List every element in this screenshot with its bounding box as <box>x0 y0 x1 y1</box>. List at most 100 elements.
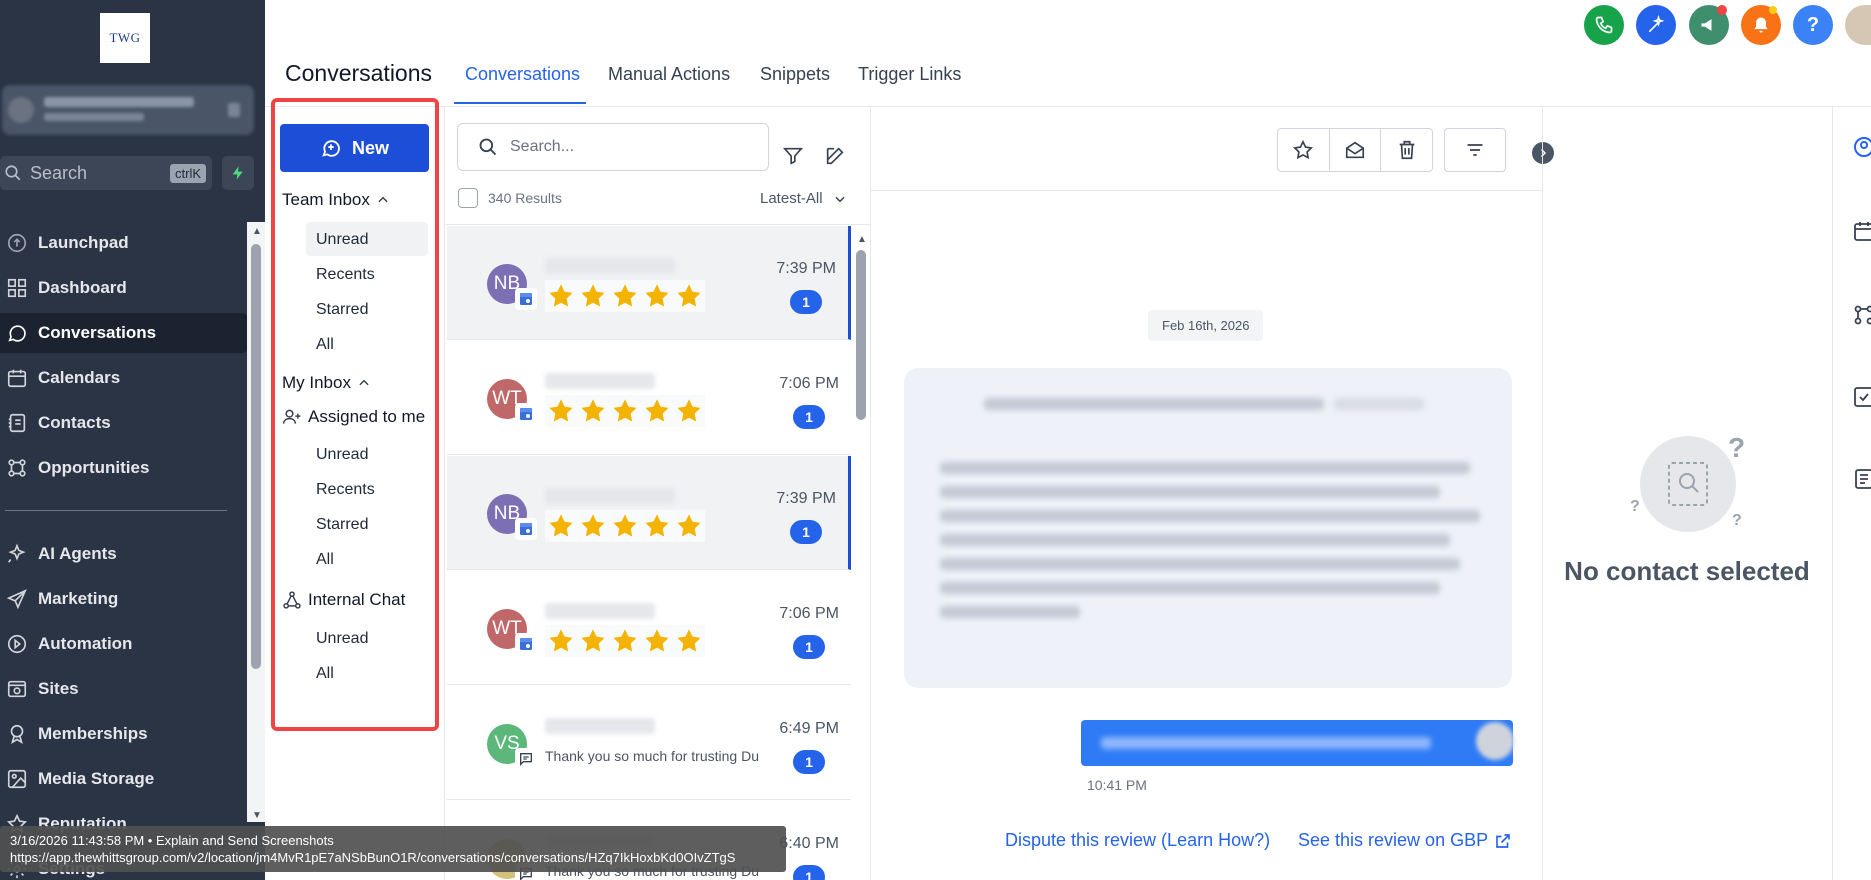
search-document-icon <box>1668 462 1708 506</box>
incoming-review-message <box>904 368 1512 688</box>
question-mark-icon: ? <box>1732 512 1742 529</box>
highlight-annotation-frame <box>271 98 439 731</box>
calendar-icon[interactable] <box>1852 218 1871 244</box>
conversation-time: 7:06 PM <box>779 605 839 622</box>
notification-dot <box>1769 6 1777 14</box>
quick-actions-button[interactable] <box>222 156 254 190</box>
star-icon <box>677 514 701 537</box>
launchpad-icon <box>7 233 27 253</box>
google-business-icon <box>515 633 537 655</box>
sort-dropdown[interactable]: Latest-All <box>760 190 847 207</box>
dashboard-icon <box>7 278 27 298</box>
help-button[interactable]: ? <box>1793 5 1833 45</box>
google-business-icon <box>515 518 537 540</box>
page-title: Conversations <box>285 60 433 86</box>
phone-button[interactable] <box>1584 5 1624 45</box>
conversation-row[interactable]: WT 7:06 PM 1 <box>447 571 851 685</box>
tab-manual-actions[interactable]: Manual Actions <box>608 64 730 85</box>
sidebar-divider <box>5 510 227 511</box>
opportunities-icon <box>8 459 26 477</box>
sparkle-icon <box>8 543 26 563</box>
tab-trigger-links[interactable]: Trigger Links <box>858 64 961 85</box>
filter-icon[interactable] <box>782 145 804 167</box>
search-shortcut: ctrlK <box>170 164 206 183</box>
opportunities-icon[interactable] <box>1852 302 1871 328</box>
conversation-search-placeholder: Search... <box>510 138 575 155</box>
contact-name-redacted <box>545 718 655 734</box>
thread-header-divider <box>870 190 1542 191</box>
conversation-row[interactable]: VS Thank you so much for trusting Du 6:49 … <box>447 686 851 800</box>
unread-count-badge: 1 <box>790 290 822 314</box>
bell-icon <box>1754 17 1768 33</box>
sidebar-item-sites[interactable]: Sites <box>0 669 248 709</box>
star-outline-icon <box>1293 139 1314 160</box>
view-on-gbp-link[interactable]: See this review on GBP <box>1298 830 1512 851</box>
star-icon <box>581 284 605 307</box>
star-button[interactable] <box>1278 129 1330 171</box>
sidebar-item-media-storage[interactable]: Media Storage <box>0 759 248 799</box>
dispute-review-link[interactable]: Dispute this review (Learn How?) <box>1005 830 1270 851</box>
scroll-up-arrow[interactable]: ▲ <box>252 226 262 237</box>
compose-icon[interactable] <box>824 145 846 167</box>
sidebar-item-calendars[interactable]: Calendars <box>0 358 248 398</box>
star-icon <box>549 629 573 652</box>
sidebar-item-automation[interactable]: Automation <box>0 624 248 664</box>
conversation-time: 7:06 PM <box>779 375 839 392</box>
notes-icon[interactable] <box>1852 466 1871 492</box>
list-scrollbar[interactable]: ▲ <box>852 230 870 870</box>
contact-name-redacted <box>545 488 675 504</box>
calendar-icon <box>7 369 27 388</box>
tab-conversations[interactable]: Conversations <box>465 64 580 85</box>
contact-icon[interactable] <box>1852 134 1871 160</box>
question-mark-icon: ? <box>1728 432 1746 463</box>
sidebar-item-marketing[interactable]: Marketing <box>0 579 248 619</box>
thread-filter-button[interactable] <box>1444 128 1506 172</box>
rating-stars <box>545 280 705 312</box>
help-icon: ? <box>1806 13 1820 36</box>
star-icon <box>581 399 605 422</box>
sidebar-item-memberships[interactable]: Memberships <box>0 714 248 754</box>
user-avatar[interactable] <box>1845 5 1871 45</box>
account-switcher[interactable] <box>2 85 254 135</box>
conversation-row[interactable]: WT 7:06 PM 1 <box>447 341 851 455</box>
sidebar-item-dashboard[interactable]: Dashboard <box>0 268 248 308</box>
sidebar-item-conversations[interactable]: Conversations <box>0 313 248 353</box>
external-link-icon <box>1496 833 1510 848</box>
sidebar-item-launchpad[interactable]: Launchpad <box>0 223 248 263</box>
sidebar-search-placeholder: Search <box>30 162 88 183</box>
scroll-up-arrow[interactable]: ▲ <box>857 234 867 245</box>
star-icon <box>613 629 637 652</box>
star-icon <box>549 399 573 422</box>
unread-count-badge: 1 <box>790 520 822 544</box>
automation-icon <box>7 634 27 654</box>
unread-count-badge: 1 <box>793 750 825 774</box>
conversation-time: 7:39 PM <box>776 490 836 507</box>
task-check-icon[interactable] <box>1852 384 1871 410</box>
tab-snippets[interactable]: Snippets <box>760 64 830 85</box>
google-business-icon <box>515 403 537 425</box>
mark-read-button[interactable] <box>1330 129 1382 171</box>
conversation-time: 7:39 PM <box>776 260 836 277</box>
reply-avatar <box>1476 722 1514 760</box>
scroll-down-arrow[interactable]: ▼ <box>252 810 262 821</box>
delete-button[interactable] <box>1381 129 1432 171</box>
scrollbar-thumb[interactable] <box>251 244 261 669</box>
filter-lines-icon <box>1467 144 1483 156</box>
select-all-checkbox[interactable] <box>458 188 478 208</box>
sidebar: TWG Search ctrlK Launchpad Dashboard Con… <box>0 0 265 880</box>
message-preview: Thank you so much for trusting Du <box>545 748 759 764</box>
ai-assist-button[interactable] <box>1636 5 1676 45</box>
conversation-search[interactable]: Search... <box>457 123 769 171</box>
sidebar-item-ai-agents[interactable]: AI Agents <box>0 534 248 574</box>
sidebar-item-contacts[interactable]: Contacts <box>0 403 248 443</box>
sidebar-scrollbar[interactable]: ▲ ▼ <box>247 222 265 822</box>
conversation-row[interactable]: NB 7:39 PM 1 <box>447 456 851 570</box>
star-icon <box>581 514 605 537</box>
conversation-row[interactable]: NB 7:39 PM 1 <box>447 226 851 340</box>
sidebar-search[interactable]: Search ctrlK <box>0 156 212 190</box>
sidebar-item-opportunities[interactable]: Opportunities <box>0 448 248 488</box>
unread-count-badge: 1 <box>793 635 825 659</box>
scrollbar-thumb[interactable] <box>856 250 866 420</box>
star-icon <box>581 629 605 652</box>
company-logo[interactable]: TWG <box>100 13 150 63</box>
